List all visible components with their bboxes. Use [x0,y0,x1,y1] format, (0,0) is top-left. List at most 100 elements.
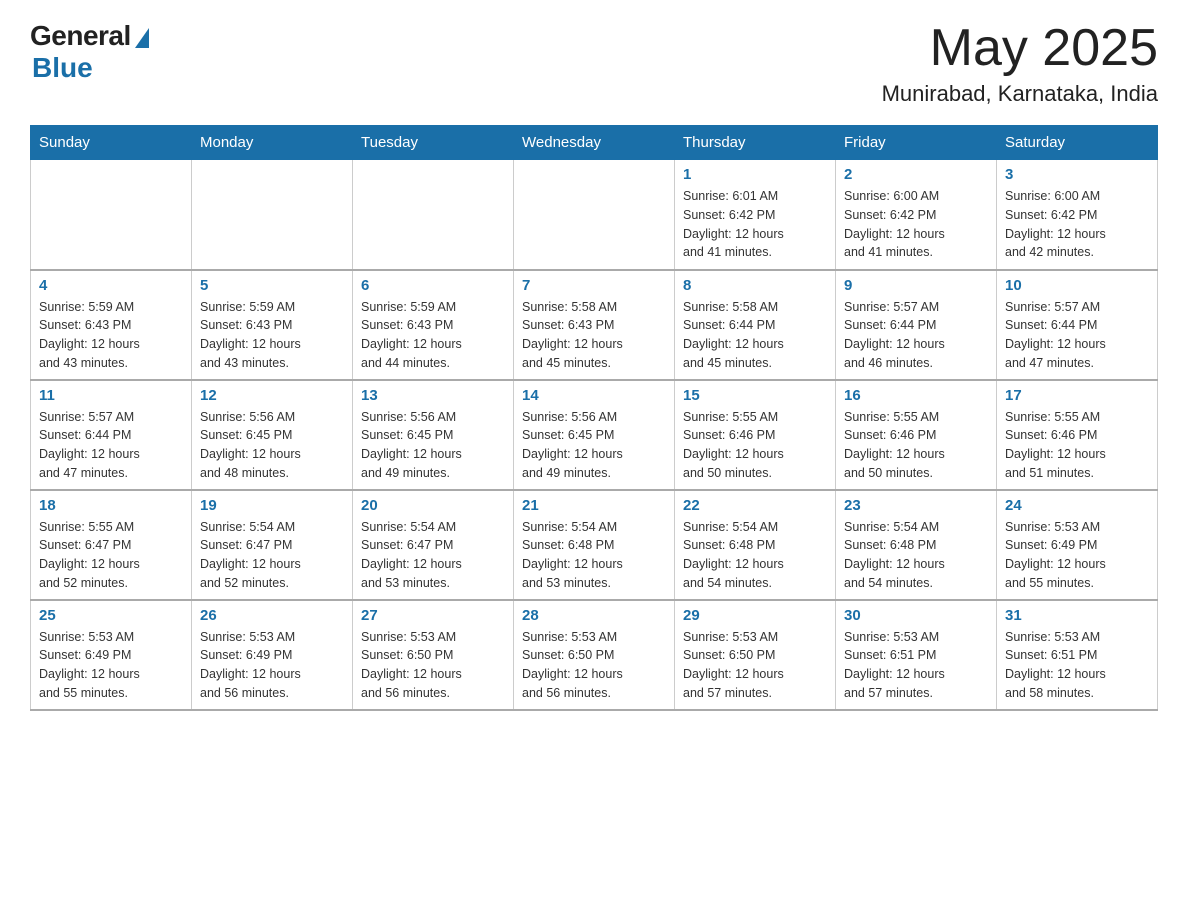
day-info: Sunrise: 5:56 AM Sunset: 6:45 PM Dayligh… [200,408,344,483]
day-number: 5 [200,277,344,294]
calendar-cell: 13Sunrise: 5:56 AM Sunset: 6:45 PM Dayli… [353,380,514,490]
day-number: 28 [522,607,666,624]
day-number: 30 [844,607,988,624]
day-number: 14 [522,387,666,404]
day-info: Sunrise: 5:53 AM Sunset: 6:49 PM Dayligh… [200,628,344,703]
day-info: Sunrise: 5:54 AM Sunset: 6:47 PM Dayligh… [200,518,344,593]
day-info: Sunrise: 6:01 AM Sunset: 6:42 PM Dayligh… [683,187,827,262]
day-info: Sunrise: 5:54 AM Sunset: 6:48 PM Dayligh… [683,518,827,593]
day-info: Sunrise: 5:59 AM Sunset: 6:43 PM Dayligh… [200,298,344,373]
calendar-cell: 18 Sunrise: 5:55 AM Sunset: 6:47 PM Dayli… [31,490,192,600]
day-info: Sunrise: 5:53 AM Sunset: 6:51 PM Dayligh… [844,628,988,703]
month-title: May 2025 [882,20,1158,77]
day-info: Sunrise: 5:58 AM Sunset: 6:44 PM Dayligh… [683,298,827,373]
calendar-header-row: SundayMondayTuesdayWednesdayThursdayFrid… [31,126,1158,160]
calendar-cell: 9 Sunrise: 5:57 AM Sunset: 6:44 PM Daylig… [836,270,997,380]
calendar-cell [31,160,192,270]
day-number: 15 [683,387,827,404]
calendar-cell: 22 Sunrise: 5:54 AM Sunset: 6:48 PM Dayli… [675,490,836,600]
day-number: 11 [39,387,183,404]
calendar-cell [192,160,353,270]
calendar-cell: 29Sunrise: 5:53 AM Sunset: 6:50 PM Dayli… [675,600,836,710]
calendar-cell [514,160,675,270]
day-number: 18 [39,497,183,514]
day-number: 27 [361,607,505,624]
calendar-week-row: 25Sunrise: 5:53 AM Sunset: 6:49 PM Dayli… [31,600,1158,710]
calendar-cell: 14 Sunrise: 5:56 AM Sunset: 6:45 PM Dayli… [514,380,675,490]
calendar-table: SundayMondayTuesdayWednesdayThursdayFrid… [30,125,1158,711]
day-number: 8 [683,277,827,294]
calendar-cell: 25Sunrise: 5:53 AM Sunset: 6:49 PM Dayli… [31,600,192,710]
calendar-cell: 27Sunrise: 5:53 AM Sunset: 6:50 PM Dayli… [353,600,514,710]
calendar-cell: 20 Sunrise: 5:54 AM Sunset: 6:47 PM Dayli… [353,490,514,600]
day-number: 19 [200,497,344,514]
day-info: Sunrise: 5:54 AM Sunset: 6:48 PM Dayligh… [522,518,666,593]
calendar-cell: 19 Sunrise: 5:54 AM Sunset: 6:47 PM Dayli… [192,490,353,600]
day-number: 7 [522,277,666,294]
calendar-cell: 31Sunrise: 5:53 AM Sunset: 6:51 PM Dayli… [997,600,1158,710]
calendar-cell: 23Sunrise: 5:54 AM Sunset: 6:48 PM Dayli… [836,490,997,600]
day-number: 1 [683,166,827,183]
calendar-cell: 12 Sunrise: 5:56 AM Sunset: 6:45 PM Dayli… [192,380,353,490]
logo: General Blue [30,20,149,84]
calendar-cell: 26 Sunrise: 5:53 AM Sunset: 6:49 PM Dayli… [192,600,353,710]
day-number: 16 [844,387,988,404]
day-number: 4 [39,277,183,294]
day-info: Sunrise: 5:58 AM Sunset: 6:43 PM Dayligh… [522,298,666,373]
day-info: Sunrise: 5:55 AM Sunset: 6:46 PM Dayligh… [844,408,988,483]
day-number: 17 [1005,387,1149,404]
day-info: Sunrise: 5:55 AM Sunset: 6:46 PM Dayligh… [1005,408,1149,483]
day-info: Sunrise: 5:53 AM Sunset: 6:49 PM Dayligh… [1005,518,1149,593]
calendar-cell: 8 Sunrise: 5:58 AM Sunset: 6:44 PM Daylig… [675,270,836,380]
logo-triangle-icon [135,28,149,48]
day-number: 22 [683,497,827,514]
day-info: Sunrise: 5:57 AM Sunset: 6:44 PM Dayligh… [1005,298,1149,373]
weekday-header-wednesday: Wednesday [514,126,675,160]
day-number: 20 [361,497,505,514]
calendar-week-row: 1 Sunrise: 6:01 AM Sunset: 6:42 PM Daylig… [31,160,1158,270]
logo-blue-text: Blue [32,52,93,84]
day-info: Sunrise: 5:53 AM Sunset: 6:51 PM Dayligh… [1005,628,1149,703]
day-number: 13 [361,387,505,404]
day-info: Sunrise: 5:56 AM Sunset: 6:45 PM Dayligh… [522,408,666,483]
calendar-week-row: 11 Sunrise: 5:57 AM Sunset: 6:44 PM Dayli… [31,380,1158,490]
calendar-cell: 3 Sunrise: 6:00 AM Sunset: 6:42 PM Daylig… [997,160,1158,270]
calendar-cell: 17 Sunrise: 5:55 AM Sunset: 6:46 PM Dayli… [997,380,1158,490]
calendar-week-row: 18 Sunrise: 5:55 AM Sunset: 6:47 PM Dayli… [31,490,1158,600]
calendar-cell: 2 Sunrise: 6:00 AM Sunset: 6:42 PM Daylig… [836,160,997,270]
calendar-cell: 5 Sunrise: 5:59 AM Sunset: 6:43 PM Daylig… [192,270,353,380]
day-info: Sunrise: 5:59 AM Sunset: 6:43 PM Dayligh… [361,298,505,373]
weekday-header-friday: Friday [836,126,997,160]
day-number: 12 [200,387,344,404]
day-number: 26 [200,607,344,624]
day-number: 6 [361,277,505,294]
day-number: 10 [1005,277,1149,294]
day-number: 3 [1005,166,1149,183]
calendar-cell: 6 Sunrise: 5:59 AM Sunset: 6:43 PM Daylig… [353,270,514,380]
day-info: Sunrise: 5:54 AM Sunset: 6:48 PM Dayligh… [844,518,988,593]
day-info: Sunrise: 5:57 AM Sunset: 6:44 PM Dayligh… [39,408,183,483]
calendar-cell: 11 Sunrise: 5:57 AM Sunset: 6:44 PM Dayli… [31,380,192,490]
day-number: 2 [844,166,988,183]
calendar-cell: 21 Sunrise: 5:54 AM Sunset: 6:48 PM Dayli… [514,490,675,600]
calendar-cell: 4 Sunrise: 5:59 AM Sunset: 6:43 PM Daylig… [31,270,192,380]
weekday-header-saturday: Saturday [997,126,1158,160]
calendar-cell: 1 Sunrise: 6:01 AM Sunset: 6:42 PM Daylig… [675,160,836,270]
day-number: 21 [522,497,666,514]
day-info: Sunrise: 5:55 AM Sunset: 6:47 PM Dayligh… [39,518,183,593]
day-info: Sunrise: 5:53 AM Sunset: 6:50 PM Dayligh… [522,628,666,703]
calendar-cell: 7 Sunrise: 5:58 AM Sunset: 6:43 PM Daylig… [514,270,675,380]
calendar-cell: 30 Sunrise: 5:53 AM Sunset: 6:51 PM Dayli… [836,600,997,710]
weekday-header-sunday: Sunday [31,126,192,160]
day-info: Sunrise: 6:00 AM Sunset: 6:42 PM Dayligh… [1005,187,1149,262]
day-info: Sunrise: 5:53 AM Sunset: 6:49 PM Dayligh… [39,628,183,703]
day-number: 9 [844,277,988,294]
day-info: Sunrise: 5:59 AM Sunset: 6:43 PM Dayligh… [39,298,183,373]
day-info: Sunrise: 5:54 AM Sunset: 6:47 PM Dayligh… [361,518,505,593]
calendar-cell: 10 Sunrise: 5:57 AM Sunset: 6:44 PM Dayli… [997,270,1158,380]
day-info: Sunrise: 6:00 AM Sunset: 6:42 PM Dayligh… [844,187,988,262]
day-info: Sunrise: 5:57 AM Sunset: 6:44 PM Dayligh… [844,298,988,373]
calendar-cell: 24Sunrise: 5:53 AM Sunset: 6:49 PM Dayli… [997,490,1158,600]
calendar-week-row: 4 Sunrise: 5:59 AM Sunset: 6:43 PM Daylig… [31,270,1158,380]
day-info: Sunrise: 5:53 AM Sunset: 6:50 PM Dayligh… [683,628,827,703]
